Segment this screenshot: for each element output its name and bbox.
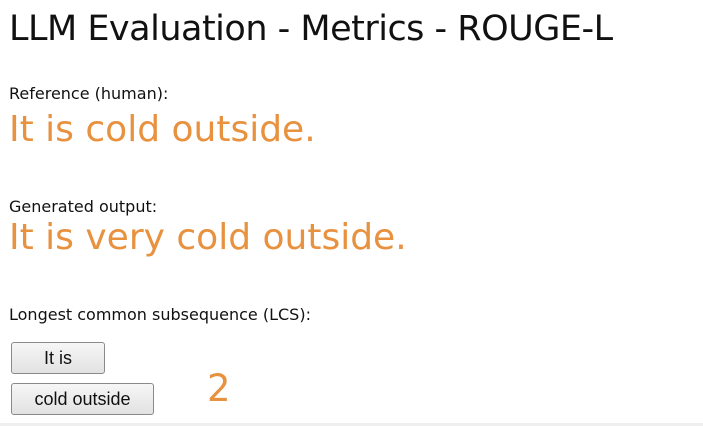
reference-label: Reference (human):	[9, 84, 169, 103]
generated-label: Generated output:	[9, 197, 158, 216]
lcs-count: 2	[207, 367, 231, 410]
lcs-segment-button[interactable]: cold outside	[11, 383, 154, 415]
lcs-segment-button[interactable]: It is	[11, 342, 105, 374]
generated-text: It is very cold outside.	[9, 217, 407, 258]
reference-text: It is cold outside.	[9, 109, 316, 150]
lcs-label: Longest common subsequence (LCS):	[9, 305, 311, 324]
slide-title: LLM Evaluation - Metrics - ROUGE-L	[9, 9, 613, 49]
